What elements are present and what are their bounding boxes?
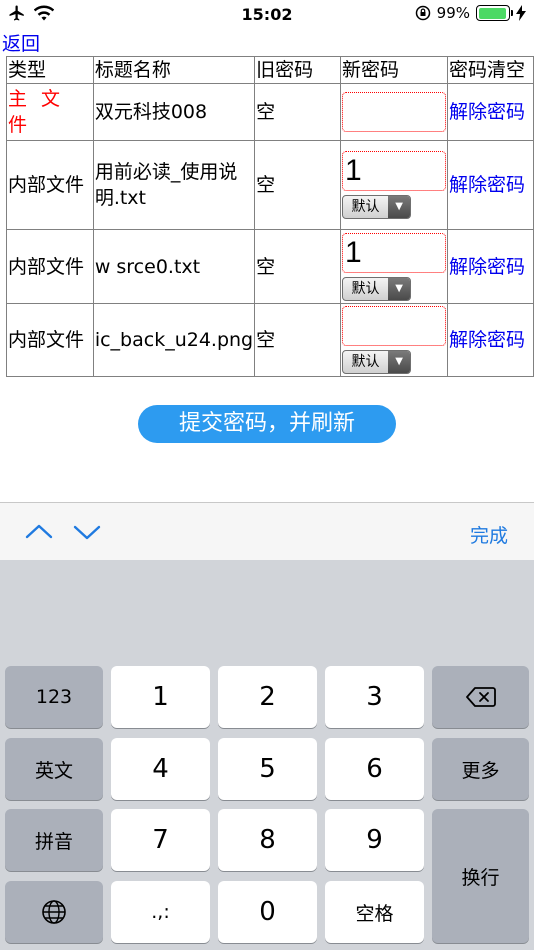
row-new-password-cell — [340, 83, 449, 141]
row-old-password: 空 — [254, 229, 342, 304]
new-password-input[interactable] — [342, 306, 447, 346]
chevron-up-icon[interactable] — [24, 517, 54, 547]
header-title: 标题名称 — [92, 56, 256, 84]
key-more[interactable]: 更多 — [432, 738, 529, 800]
row-title: 双元科技008 — [92, 83, 256, 141]
row-title: 用前必读_使用说明.txt — [92, 140, 256, 230]
key-english[interactable]: 英文 — [5, 738, 103, 800]
key-7[interactable]: 7 — [111, 809, 210, 871]
table-row: 内部文件 ic_back_u24.png 空 默认 ▼ 解除密码 — [6, 303, 534, 377]
key-1[interactable]: 1 — [111, 666, 210, 728]
battery-percent: 99% — [436, 4, 470, 22]
select-value: 默认 — [351, 199, 380, 215]
key-9[interactable]: 9 — [325, 809, 424, 871]
backspace-key[interactable] — [432, 666, 529, 728]
key-space[interactable]: 空格 — [325, 881, 424, 943]
key-123[interactable]: 123 — [5, 666, 103, 728]
globe-key[interactable] — [5, 881, 103, 943]
row-old-password: 空 — [254, 83, 342, 141]
select-value: 默认 — [351, 354, 380, 370]
default-select[interactable]: 默认 ▼ — [342, 276, 412, 301]
new-password-input[interactable] — [342, 92, 447, 132]
done-button[interactable]: 完成 — [470, 521, 508, 548]
status-bar: 15:02 99% — [0, 0, 534, 28]
chevron-down-icon: ▼ — [388, 196, 411, 218]
header-new-password: 新密码 — [340, 56, 449, 84]
globe-icon — [42, 900, 66, 924]
status-right: 99% — [415, 4, 526, 22]
submit-password-button[interactable]: 提交密码，并刷新 — [138, 405, 396, 443]
backspace-icon — [465, 687, 496, 707]
table-header-row: 类型 标题名称 旧密码 新密码 密码清空 — [6, 56, 534, 84]
clear-password-link[interactable]: 解除密码 — [447, 229, 534, 304]
key-5[interactable]: 5 — [218, 738, 317, 800]
header-old-password: 旧密码 — [254, 56, 342, 84]
charging-icon — [516, 5, 526, 21]
keyboard-toolbar: 完成 — [0, 502, 534, 560]
table-row: 内部文件 w srce0.txt 空 1 默认 ▼ 解除密码 — [6, 229, 534, 304]
row-type: 内部文件 — [6, 140, 94, 230]
default-select[interactable]: 默认 ▼ — [342, 350, 412, 374]
key-8[interactable]: 8 — [218, 809, 317, 871]
file-password-table: 类型 标题名称 旧密码 新密码 密码清空 主 文 件 双元科技008 空 解除密… — [6, 56, 534, 377]
key-4[interactable]: 4 — [111, 738, 210, 800]
row-title: ic_back_u24.png — [92, 303, 256, 377]
default-select[interactable]: 默认 ▼ — [342, 195, 412, 219]
orientation-lock-icon — [415, 5, 430, 21]
row-type: 主 文 件 — [6, 83, 94, 141]
new-password-input[interactable]: 1 — [342, 151, 447, 191]
row-old-password: 空 — [254, 140, 342, 230]
back-link[interactable]: 返回 — [2, 29, 40, 56]
key-6[interactable]: 6 — [325, 738, 424, 800]
select-value: 默认 — [351, 280, 380, 297]
chevron-down-icon: ▼ — [388, 277, 411, 300]
header-clear-password: 密码清空 — [447, 56, 534, 84]
key-pinyin[interactable]: 拼音 — [5, 809, 103, 871]
key-2[interactable]: 2 — [218, 666, 317, 728]
header-type: 类型 — [6, 56, 94, 84]
key-3[interactable]: 3 — [325, 666, 424, 728]
row-new-password-cell: 1 默认 ▼ — [340, 140, 449, 230]
clear-password-link[interactable]: 解除密码 — [447, 83, 534, 141]
keyboard: 123 1 2 3 英文 4 5 6 更多 拼音 7 8 9 换行 .,: 0 … — [0, 560, 534, 950]
table-row: 主 文 件 双元科技008 空 解除密码 — [6, 83, 534, 141]
row-type: 内部文件 — [6, 229, 94, 304]
key-punctuation[interactable]: .,: — [111, 881, 210, 943]
row-type: 内部文件 — [6, 303, 94, 377]
battery-icon — [476, 5, 513, 21]
new-password-input[interactable]: 1 — [342, 232, 447, 273]
key-0[interactable]: 0 — [218, 881, 317, 943]
chevron-down-icon[interactable] — [72, 517, 102, 547]
row-new-password-cell: 默认 ▼ — [340, 303, 449, 377]
clear-password-link[interactable]: 解除密码 — [447, 303, 534, 377]
table-row: 内部文件 用前必读_使用说明.txt 空 1 默认 ▼ 解除密码 — [6, 140, 534, 230]
key-return[interactable]: 换行 — [432, 809, 529, 943]
row-old-password: 空 — [254, 303, 342, 377]
row-new-password-cell: 1 默认 ▼ — [340, 229, 449, 304]
row-title: w srce0.txt — [92, 229, 256, 304]
chevron-down-icon: ▼ — [388, 351, 411, 373]
clear-password-link[interactable]: 解除密码 — [447, 140, 534, 230]
